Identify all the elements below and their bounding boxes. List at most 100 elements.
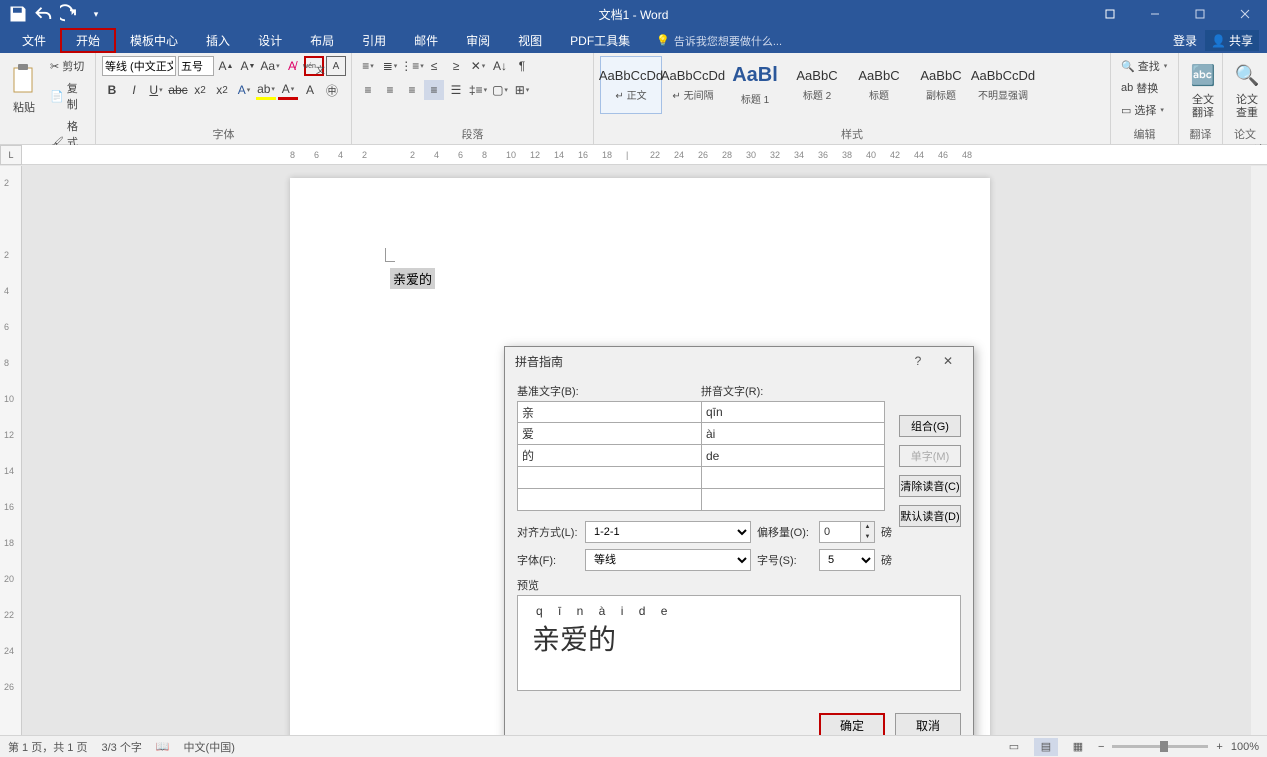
align-select[interactable]: 1-2-1 bbox=[585, 521, 751, 543]
ruby-cell[interactable]: qīn bbox=[701, 401, 885, 423]
subscript-button[interactable]: x2 bbox=[190, 80, 210, 100]
align-center-button[interactable]: ≡ bbox=[380, 80, 400, 100]
tab-review[interactable]: 审阅 bbox=[452, 28, 504, 53]
align-left-button[interactable]: ≡ bbox=[358, 80, 378, 100]
scrollbar-vertical[interactable] bbox=[1251, 166, 1267, 735]
tab-mailings[interactable]: 邮件 bbox=[400, 28, 452, 53]
bold-button[interactable]: B bbox=[102, 80, 122, 100]
dialog-help-icon[interactable]: ? bbox=[903, 347, 933, 375]
cut-button[interactable]: ✂剪切 bbox=[46, 56, 89, 76]
tab-pdf[interactable]: PDF工具集 bbox=[556, 28, 644, 53]
style-item[interactable]: AaBbC标题 2 bbox=[786, 56, 848, 114]
dialog-close-icon[interactable]: ✕ bbox=[933, 347, 963, 375]
enclose-char-button[interactable]: ㊥ bbox=[322, 80, 342, 100]
thesis-check-button[interactable]: 🔍论文 查重 bbox=[1229, 56, 1265, 122]
dialog-titlebar[interactable]: 拼音指南 ? ✕ bbox=[505, 347, 973, 375]
web-layout-icon[interactable]: ▦ bbox=[1066, 738, 1090, 756]
show-marks-button[interactable]: ¶ bbox=[512, 56, 532, 76]
shading-button[interactable]: ▢▾ bbox=[490, 80, 510, 100]
cancel-button[interactable]: 取消 bbox=[895, 713, 961, 735]
clear-format-button[interactable]: A̸ bbox=[282, 56, 302, 76]
replace-button[interactable]: ab替换 bbox=[1117, 78, 1162, 98]
sort-button[interactable]: A↓ bbox=[490, 56, 510, 76]
font-size-select[interactable] bbox=[178, 56, 214, 76]
save-icon[interactable] bbox=[8, 4, 28, 24]
select-button[interactable]: ▭选择▾ bbox=[1117, 100, 1168, 120]
ruby-cell[interactable]: ài bbox=[701, 423, 885, 445]
zoom-in-button[interactable]: + bbox=[1216, 741, 1222, 753]
align-right-button[interactable]: ≡ bbox=[402, 80, 422, 100]
ruby-cell[interactable] bbox=[701, 489, 885, 511]
style-item[interactable]: AaBbC标题 bbox=[848, 56, 910, 114]
ruby-cell[interactable] bbox=[701, 467, 885, 489]
close-icon[interactable] bbox=[1222, 0, 1267, 28]
translate-button[interactable]: 🔤全文 翻译 bbox=[1185, 56, 1221, 122]
redo-icon[interactable] bbox=[60, 4, 80, 24]
grow-font-button[interactable]: A▲ bbox=[216, 56, 236, 76]
base-cell[interactable]: 的 bbox=[517, 445, 701, 467]
status-words[interactable]: 3/3 个字 bbox=[101, 739, 141, 755]
char-border-button[interactable]: A bbox=[326, 56, 346, 76]
tab-home[interactable]: 开始 bbox=[60, 28, 116, 53]
selected-text[interactable]: 亲爱的 bbox=[390, 268, 435, 289]
shrink-font-button[interactable]: A▼ bbox=[238, 56, 258, 76]
offset-spinner[interactable]: 0 ▲▼ bbox=[819, 521, 875, 543]
strikethrough-button[interactable]: abc bbox=[168, 80, 188, 100]
paste-button[interactable]: 粘贴 bbox=[6, 56, 42, 122]
style-item[interactable]: AaBbC副标题 bbox=[910, 56, 972, 114]
decrease-indent-button[interactable]: ≤ bbox=[424, 56, 444, 76]
chevron-up-icon[interactable]: ▲ bbox=[860, 522, 874, 532]
zoom-value[interactable]: 100% bbox=[1231, 741, 1259, 753]
combine-button[interactable]: 组合(G) bbox=[899, 415, 961, 437]
chevron-down-icon[interactable]: ▼ bbox=[860, 532, 874, 542]
zoom-slider[interactable] bbox=[1112, 745, 1208, 748]
tab-view[interactable]: 视图 bbox=[504, 28, 556, 53]
status-page[interactable]: 第 1 页，共 1 页 bbox=[8, 739, 87, 755]
base-cell[interactable]: 爱 bbox=[517, 423, 701, 445]
bullets-button[interactable]: ≡▾ bbox=[358, 56, 378, 76]
borders-button[interactable]: ⊞▾ bbox=[512, 80, 532, 100]
phonetic-guide-button[interactable]: wén文 bbox=[304, 56, 324, 76]
ruler-corner[interactable]: L bbox=[0, 145, 22, 165]
underline-button[interactable]: U▾ bbox=[146, 80, 166, 100]
share-button[interactable]: 👤共享 bbox=[1205, 30, 1259, 51]
ribbon-display-icon[interactable] bbox=[1087, 0, 1132, 28]
style-item[interactable]: AaBbCcDd不明显强调 bbox=[972, 56, 1034, 114]
ruby-cell[interactable]: de bbox=[701, 445, 885, 467]
line-spacing-button[interactable]: ‡≡▾ bbox=[468, 80, 488, 100]
change-case-button[interactable]: Aa▾ bbox=[260, 56, 280, 76]
tab-template[interactable]: 模板中心 bbox=[116, 28, 192, 53]
dialog-size-select[interactable]: 5 bbox=[819, 549, 875, 571]
style-item[interactable]: AaBl标题 1 bbox=[724, 56, 786, 114]
maximize-icon[interactable] bbox=[1177, 0, 1222, 28]
base-cell[interactable] bbox=[517, 467, 701, 489]
tab-layout[interactable]: 布局 bbox=[296, 28, 348, 53]
print-layout-icon[interactable]: ▤ bbox=[1034, 738, 1058, 756]
text-effects-button[interactable]: A▾ bbox=[234, 80, 254, 100]
base-cell[interactable]: 亲 bbox=[517, 401, 701, 423]
copy-button[interactable]: 📄复制 bbox=[46, 78, 89, 114]
superscript-button[interactable]: x2 bbox=[212, 80, 232, 100]
font-name-select[interactable] bbox=[102, 56, 176, 76]
increase-indent-button[interactable]: ≥ bbox=[446, 56, 466, 76]
multilevel-button[interactable]: ⋮≡▾ bbox=[402, 56, 422, 76]
asian-layout-button[interactable]: ✕▾ bbox=[468, 56, 488, 76]
distribute-button[interactable]: ☰ bbox=[446, 80, 466, 100]
find-button[interactable]: 🔍查找▾ bbox=[1117, 56, 1171, 76]
justify-button[interactable]: ≡ bbox=[424, 80, 444, 100]
tab-references[interactable]: 引用 bbox=[348, 28, 400, 53]
italic-button[interactable]: I bbox=[124, 80, 144, 100]
default-reading-button[interactable]: 默认读音(D) bbox=[899, 505, 961, 527]
zoom-out-button[interactable]: − bbox=[1098, 741, 1104, 753]
tab-insert[interactable]: 插入 bbox=[192, 28, 244, 53]
login-link[interactable]: 登录 bbox=[1173, 32, 1197, 49]
dialog-font-select[interactable]: 等线 bbox=[585, 549, 751, 571]
read-mode-icon[interactable]: ▭ bbox=[1002, 738, 1026, 756]
style-item[interactable]: AaBbCcDd↵ 正文 bbox=[600, 56, 662, 114]
style-item[interactable]: AaBbCcDd↵ 无间隔 bbox=[662, 56, 724, 114]
font-color-button[interactable]: A▾ bbox=[278, 80, 298, 100]
clear-reading-button[interactable]: 清除读音(C) bbox=[899, 475, 961, 497]
qat-customize-icon[interactable]: ▾ bbox=[86, 4, 106, 24]
status-proofing-icon[interactable]: 📖 bbox=[156, 740, 170, 753]
highlight-button[interactable]: ab▾ bbox=[256, 80, 276, 100]
